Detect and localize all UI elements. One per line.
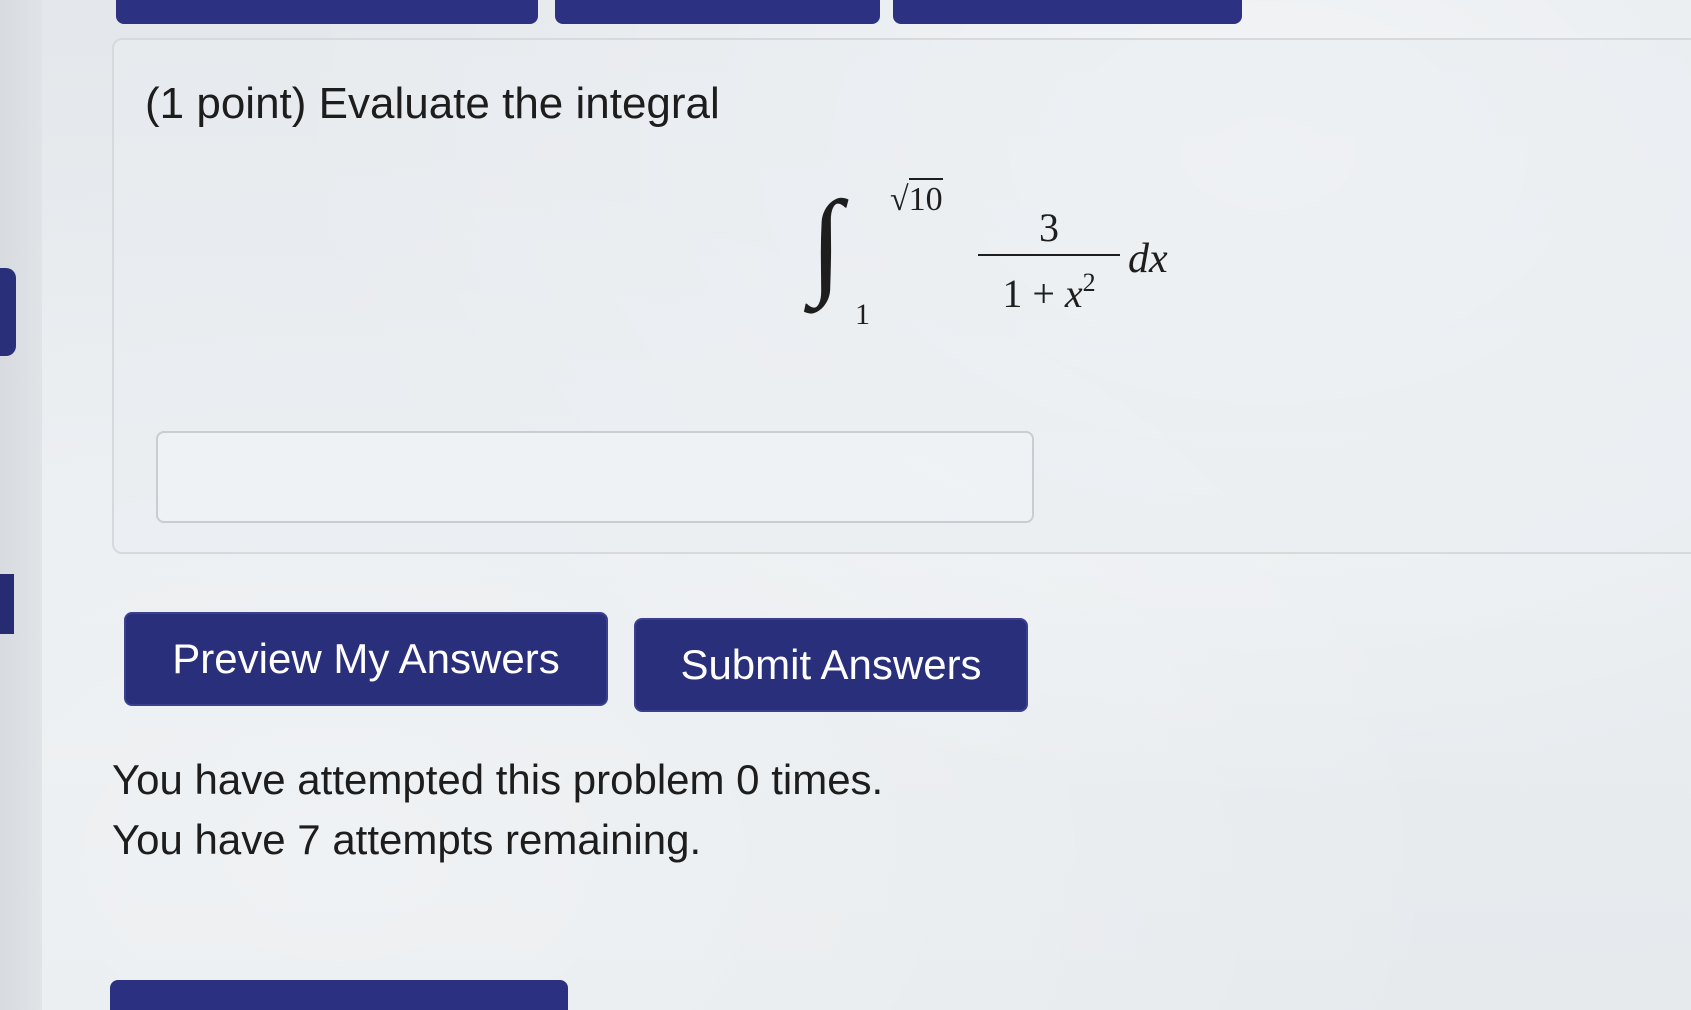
- fraction-bar: [978, 254, 1120, 256]
- email-instructor-button[interactable]: [110, 980, 568, 1010]
- answer-input[interactable]: [156, 431, 1034, 523]
- fraction-denominator: 1 + x2: [978, 260, 1120, 317]
- radicand: 10: [908, 178, 943, 218]
- top-nav-button-2[interactable]: [555, 0, 880, 24]
- denominator-exponent: 2: [1082, 268, 1096, 297]
- attempts-made-text: You have attempted this problem 0 times.: [112, 756, 884, 803]
- top-nav-button-3[interactable]: [893, 0, 1242, 24]
- denominator-variable: x: [1064, 271, 1083, 316]
- fraction-numerator: 3: [1039, 205, 1059, 250]
- lower-limit: 1: [855, 298, 870, 331]
- integral-expression: ∫ √10 1 3 1 + x2 dx: [810, 168, 1190, 338]
- integral-sign: ∫: [810, 177, 843, 308]
- preview-answers-button[interactable]: Preview My Answers: [124, 612, 608, 706]
- sidebar-tab-lower[interactable]: [0, 574, 14, 634]
- radical-sign: √: [890, 181, 909, 218]
- differential: dx: [1128, 236, 1168, 282]
- sidebar-tab-upper[interactable]: [0, 268, 16, 356]
- problem-prompt: (1 point) Evaluate the integral: [145, 79, 720, 128]
- left-sidebar-edge: [0, 0, 42, 1010]
- attempts-remaining-text: You have 7 attempts remaining.: [112, 816, 702, 863]
- upper-limit: √10: [890, 178, 943, 220]
- top-nav-button-1[interactable]: [116, 0, 538, 24]
- denominator-constant: 1 +: [1002, 271, 1065, 316]
- submit-answers-button[interactable]: Submit Answers: [634, 618, 1028, 712]
- integrand-fraction: 3 1 + x2: [978, 204, 1120, 317]
